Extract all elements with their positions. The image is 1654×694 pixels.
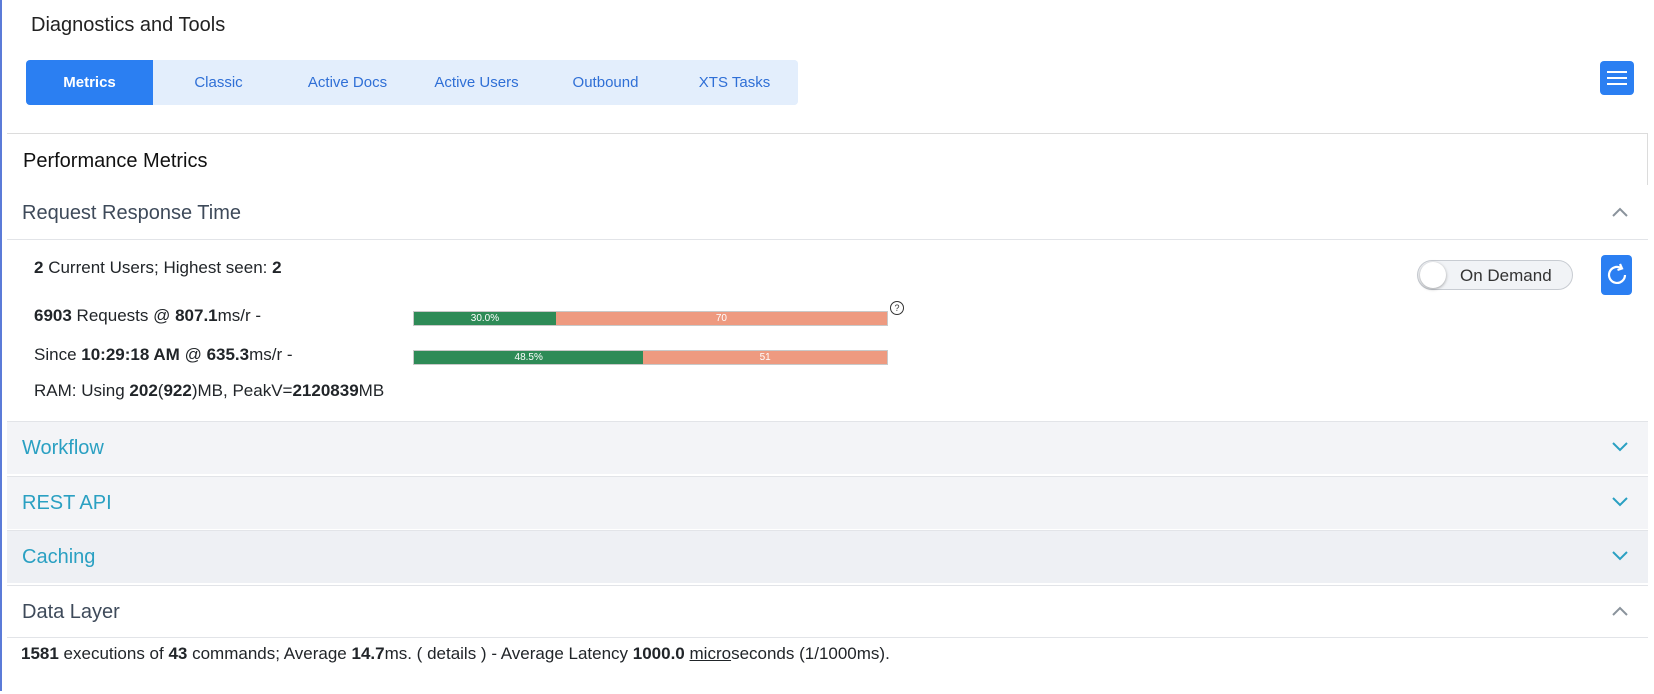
since-bar: 48.5% 51 — [413, 350, 888, 365]
menu-button[interactable] — [1600, 61, 1634, 95]
highest-users-count: 2 — [272, 258, 282, 277]
chevron-down-icon — [1612, 497, 1628, 507]
ram-line: RAM: Using 202(922)MB, PeakV=2120839MB — [34, 381, 385, 400]
tab-outbound[interactable]: Outbound — [542, 60, 669, 105]
on-demand-toggle[interactable]: On Demand — [1417, 260, 1573, 290]
ram-peak: 2120839 — [292, 381, 359, 400]
panel-title: Performance Metrics — [23, 150, 208, 172]
chevron-down-icon — [1612, 442, 1628, 452]
requests-line: 6903 Requests @ 807.1ms/r - — [34, 306, 262, 325]
refresh-button[interactable] — [1601, 255, 1632, 295]
requests-ms: 807.1 — [175, 306, 218, 325]
requests-bar-good: 30.0% — [414, 312, 556, 325]
refresh-icon — [1607, 263, 1626, 284]
ram-using: 202 — [129, 381, 158, 400]
average-ms: 14.7 — [351, 644, 385, 663]
since-bar-bad: 51 — [643, 351, 887, 364]
data-layer-summary: 1581 executions of 43 commands; Average … — [21, 644, 890, 663]
requests-bar-bad: 70 — [555, 312, 887, 325]
chevron-up-icon — [1612, 207, 1628, 217]
section-rest-api[interactable]: REST API — [7, 476, 1648, 529]
requests-count: 6903 — [34, 306, 72, 325]
section-label: Caching — [22, 546, 96, 568]
toggle-label: On Demand — [1460, 266, 1552, 285]
tab-active-users[interactable]: Active Users — [413, 60, 540, 105]
panel-border — [1647, 133, 1648, 185]
section-label: Request Response Time — [22, 202, 242, 224]
tab-active-docs[interactable]: Active Docs — [284, 60, 411, 105]
ram-total: 922 — [163, 381, 192, 400]
since-time: 10:29:18 AM — [81, 345, 180, 364]
chevron-up-icon — [1612, 606, 1628, 616]
tab-metrics[interactable]: Metrics — [26, 60, 153, 105]
section-label: Workflow — [22, 437, 104, 459]
help-icon[interactable]: ? — [890, 301, 904, 315]
section-caching[interactable]: Caching — [7, 530, 1648, 583]
app-title: Diagnostics and Tools — [31, 14, 226, 36]
section-label: REST API — [22, 492, 112, 514]
left-border — [0, 0, 2, 691]
latency-value: 1000.0 — [632, 644, 685, 663]
commands-count: 43 — [168, 644, 188, 663]
since-line: Since 10:29:18 AM @ 635.3ms/r - — [34, 345, 293, 364]
micro-link[interactable]: micro — [690, 644, 732, 663]
executions-count: 1581 — [21, 644, 59, 663]
since-ms: 635.3 — [206, 345, 250, 364]
chevron-down-icon — [1612, 551, 1628, 561]
users-line: 2 Current Users; Highest seen: 2 — [34, 258, 282, 277]
section-request-response-time[interactable]: Request Response Time — [7, 187, 1648, 240]
tab-xts-tasks[interactable]: XTS Tasks — [671, 60, 798, 105]
since-bar-good: 48.5% — [414, 351, 644, 364]
section-label: Data Layer — [22, 601, 120, 623]
section-workflow[interactable]: Workflow — [7, 421, 1648, 474]
requests-bar: 30.0% 70 — [413, 311, 888, 326]
section-data-layer[interactable]: Data Layer — [7, 585, 1648, 638]
hamburger-icon — [1607, 71, 1627, 85]
toggle-knob — [1420, 262, 1446, 288]
tab-bar: Metrics Classic Active Docs Active Users… — [26, 60, 798, 105]
tab-classic[interactable]: Classic — [155, 60, 282, 105]
